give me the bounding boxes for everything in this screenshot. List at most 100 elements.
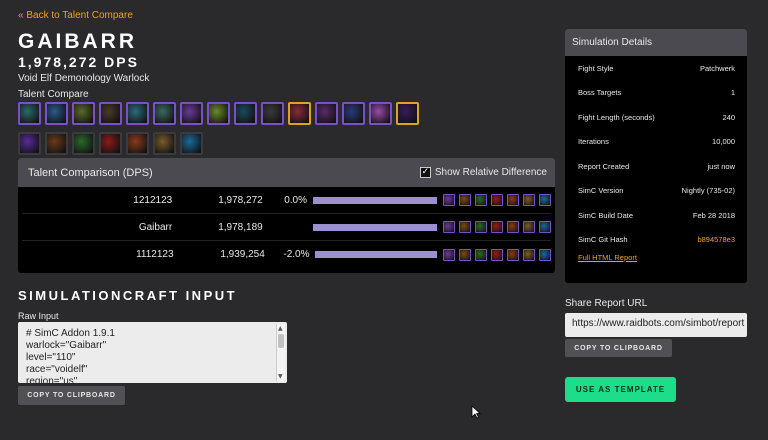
sim-detail-value: Nightly (735-02) — [681, 186, 735, 196]
comparison-talents: 1112123 — [136, 249, 174, 260]
mini-talent-icon-2[interactable] — [459, 248, 471, 261]
talent-icon-7[interactable] — [180, 102, 203, 125]
mini-talent-icon-6[interactable] — [523, 248, 535, 261]
character-name: GAIBARR — [18, 30, 137, 53]
raw-input-scrollbar[interactable]: ▲ ▼ — [276, 324, 285, 381]
comparison-bar — [313, 223, 437, 231]
simc-input-title: SIMULATIONCRAFT INPUT — [18, 288, 238, 303]
talent-icon-3[interactable] — [72, 102, 95, 125]
comparison-talents: Gaibarr — [138, 221, 173, 233]
sim-detail-row: Boss Targets 1 — [578, 81, 735, 106]
scroll-up-arrow-icon[interactable]: ▲ — [278, 325, 283, 332]
talent-icon-21[interactable] — [153, 132, 176, 155]
mini-talent-icon-1[interactable] — [443, 221, 455, 233]
talent-icon-10[interactable] — [261, 102, 284, 125]
mini-talent-icon-5[interactable] — [507, 248, 519, 261]
talent-icon-5[interactable] — [126, 102, 149, 125]
talent-icon-18[interactable] — [72, 132, 95, 155]
back-to-talent-compare-link[interactable]: « Back to Talent Compare — [18, 10, 133, 21]
comparison-bar-track — [307, 223, 437, 231]
sim-detail-key: Boss Targets — [578, 88, 622, 98]
sim-detail-key: Fight Style — [578, 63, 614, 73]
mini-talent-icon-5[interactable] — [507, 194, 519, 206]
show-relative-label: Show Relative Difference — [434, 167, 547, 178]
sim-detail-row: SimC Version Nightly (735-02) — [578, 179, 735, 204]
talent-icon-19[interactable] — [99, 132, 122, 155]
show-relative-difference-toggle[interactable]: ✓ Show Relative Difference — [419, 167, 547, 178]
sim-detail-key: SimC Git Hash — [578, 235, 628, 245]
talent-icon-1[interactable] — [18, 102, 41, 125]
talent-icon-2[interactable] — [45, 102, 68, 125]
mini-talent-icon-3[interactable] — [475, 221, 487, 233]
talent-icon-16[interactable] — [18, 132, 41, 155]
mini-talent-icon-3[interactable] — [475, 194, 487, 206]
raw-input-line: race="voidelf" — [26, 364, 88, 375]
talent-icon-13[interactable] — [342, 102, 365, 125]
raw-input-line: warlock="Gaibarr" — [26, 340, 107, 351]
mini-talent-icon-1[interactable] — [443, 248, 455, 261]
comparison-row: 1112123 1,939,254 -2.0% — [22, 241, 551, 268]
comparison-talent-icons — [437, 194, 551, 206]
sim-detail-value: 1 — [730, 88, 735, 98]
character-spec: Void Elf Demonology Warlock — [18, 73, 150, 84]
sim-detail-row: Fight Length (seconds) 240 — [578, 105, 735, 130]
comparison-bar-track — [309, 251, 437, 258]
talent-comparison-rows: 1212123 1,978,272 0.0% Gaibarr 1,978,189 1112… — [18, 187, 555, 268]
sim-detail-key: Report Created — [578, 161, 630, 171]
sim-detail-value: Patchwerk — [699, 63, 735, 73]
sim-detail-row: SimC Build Date Feb 28 2018 — [578, 203, 735, 228]
use-as-template-button[interactable]: USE AS TEMPLATE — [565, 377, 676, 402]
talent-icon-4[interactable] — [99, 102, 122, 125]
mini-talent-icon-2[interactable] — [459, 194, 471, 206]
sim-detail-value: just now — [707, 161, 735, 171]
sim-detail-value[interactable]: b894578e3 — [697, 235, 735, 244]
share-report-label: Share Report URL — [565, 298, 648, 309]
comparison-row: 1212123 1,978,272 0.0% — [22, 187, 551, 214]
full-html-report-link[interactable]: Full HTML Report — [565, 253, 747, 262]
mini-talent-icon-6[interactable] — [523, 194, 535, 206]
raw-input-line: region="us" — [26, 376, 78, 383]
comparison-pct: -2.0% — [283, 249, 310, 260]
mini-talent-icon-4[interactable] — [491, 194, 503, 206]
talent-icon-6[interactable] — [153, 102, 176, 125]
raw-input-line: level="110" — [26, 352, 76, 363]
raw-input-line: # SimC Addon 1.9.1 — [26, 328, 115, 339]
talent-icon-22[interactable] — [180, 132, 203, 155]
mini-talent-icon-4[interactable] — [491, 248, 503, 261]
talent-icon-15[interactable] — [396, 102, 419, 125]
copy-raw-input-button[interactable]: COPY TO CLIPBOARD — [18, 386, 125, 405]
mini-talent-icon-4[interactable] — [491, 221, 503, 233]
comparison-dps: 1,978,189 — [218, 221, 263, 233]
comparison-dps: 1,978,272 — [218, 194, 263, 206]
mini-talent-icon-3[interactable] — [475, 248, 487, 261]
talent-icon-20[interactable] — [126, 132, 149, 155]
mini-talent-icon-2[interactable] — [459, 221, 471, 233]
simulation-details-panel: Simulation Details Fight Style Patchwerk B… — [565, 29, 747, 283]
talent-icons-row-1 — [18, 102, 419, 125]
comparison-bar — [315, 251, 437, 258]
raw-input-textarea[interactable]: # SimC Addon 1.9.1 warlock="Gaibarr" level… — [18, 322, 287, 383]
talent-icon-17[interactable] — [45, 132, 68, 155]
talent-icon-12[interactable] — [315, 102, 338, 125]
scroll-down-arrow-icon[interactable]: ▼ — [278, 373, 283, 380]
show-relative-checkbox[interactable]: ✓ — [419, 167, 431, 178]
mini-talent-icon-7[interactable] — [539, 248, 551, 261]
sim-detail-row: Report Created just now — [578, 154, 735, 179]
talent-icon-9[interactable] — [234, 102, 257, 125]
raw-input-label: Raw Input — [18, 311, 59, 321]
mini-talent-icon-7[interactable] — [539, 221, 551, 233]
mini-talent-icon-5[interactable] — [507, 221, 519, 233]
talent-icon-14[interactable] — [369, 102, 392, 125]
mini-talent-icon-6[interactable] — [523, 221, 535, 233]
mini-talent-icon-7[interactable] — [539, 194, 551, 206]
copy-share-url-button[interactable]: COPY TO CLIPBOARD — [565, 339, 672, 357]
share-report-url-input[interactable]: https://www.raidbots.com/simbot/report — [565, 313, 747, 337]
sim-detail-value: Feb 28 2018 — [692, 210, 735, 220]
talent-icon-11[interactable] — [288, 102, 311, 125]
talent-comparison-panel: Talent Comparison (DPS) ✓ Show Relative … — [18, 158, 555, 273]
talent-icon-8[interactable] — [207, 102, 230, 125]
sim-detail-value: 240 — [722, 112, 735, 122]
sim-detail-key: Iterations — [578, 137, 609, 147]
mini-talent-icon-1[interactable] — [443, 194, 455, 206]
scroll-thumb[interactable] — [278, 334, 284, 348]
